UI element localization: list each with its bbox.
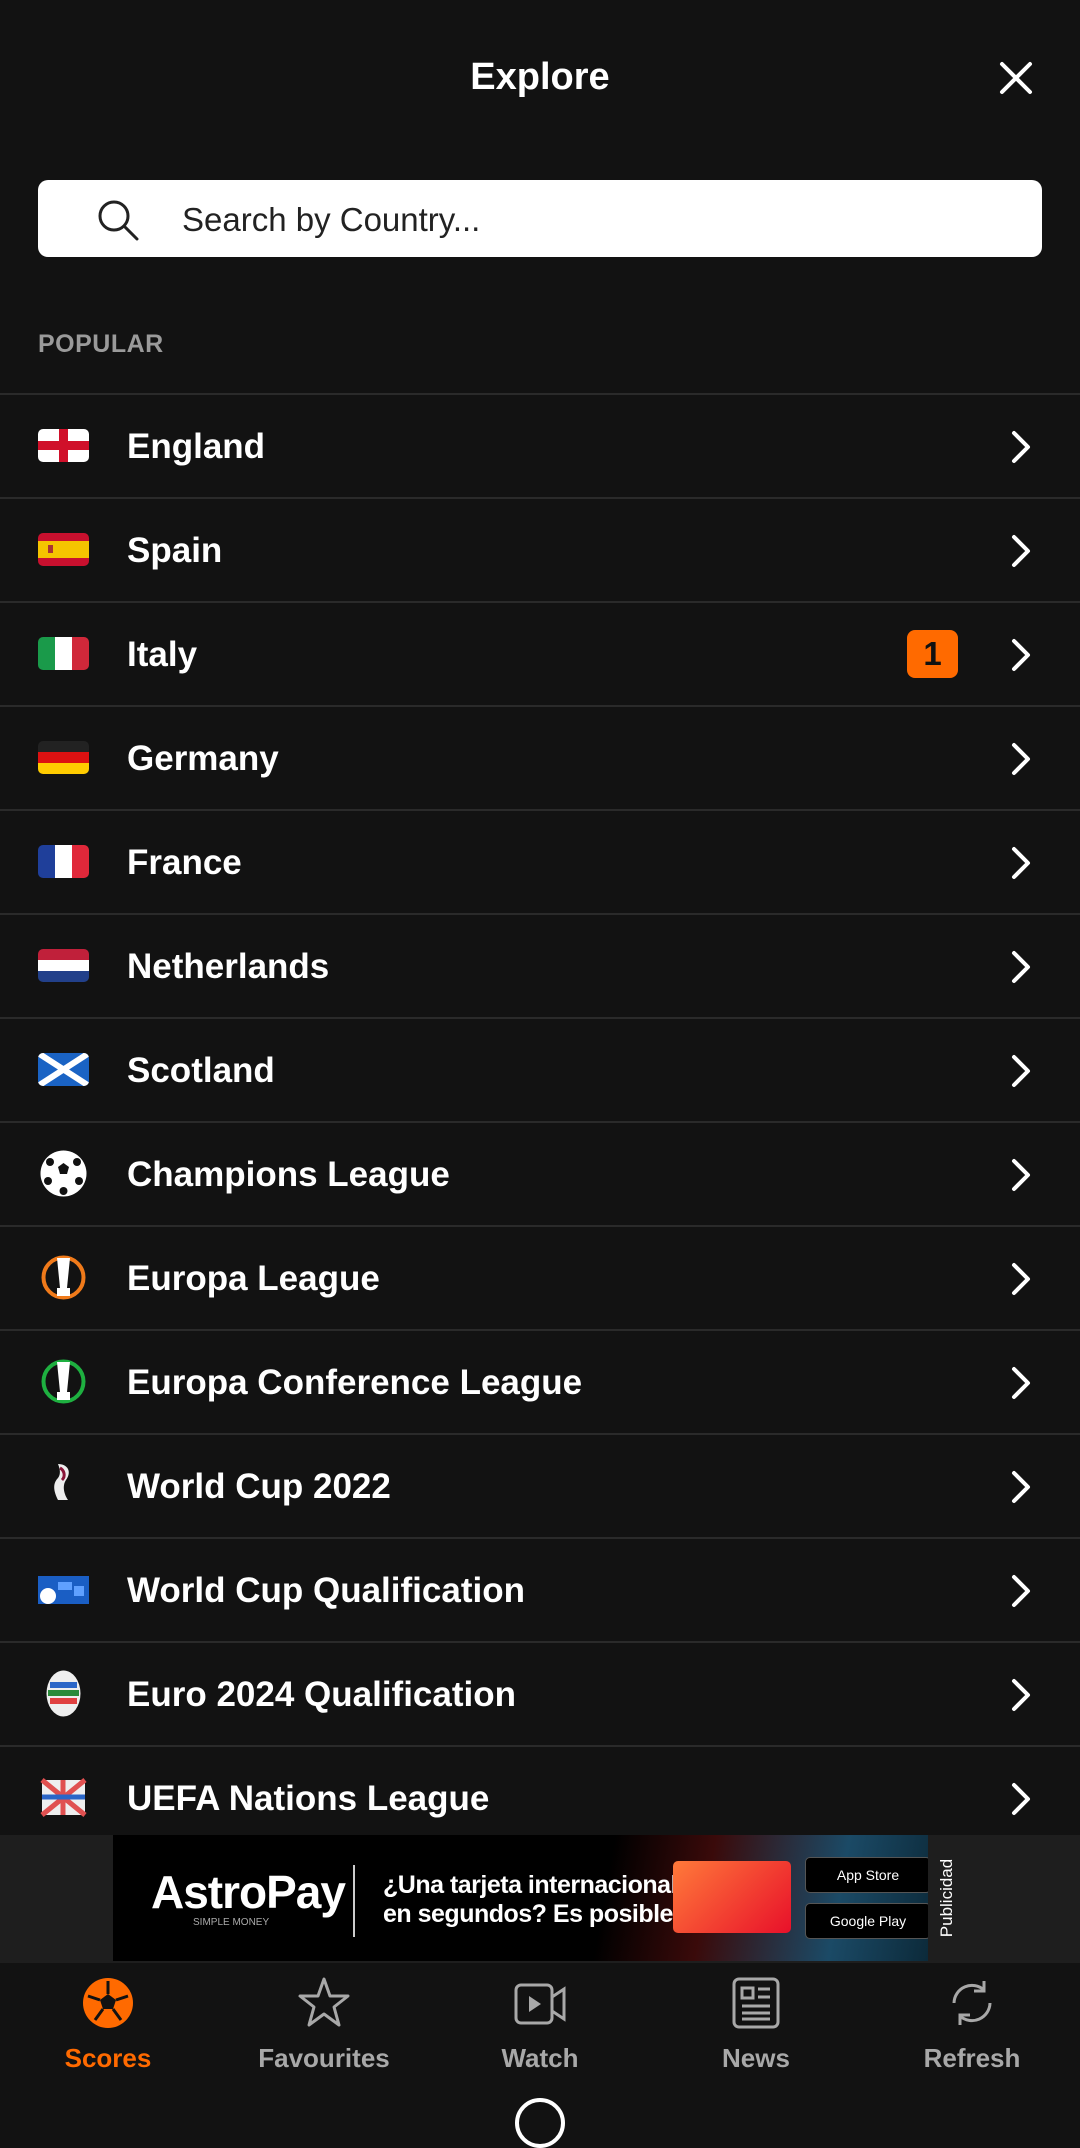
close-icon bbox=[1000, 62, 1032, 94]
chevron-right-icon bbox=[1012, 1575, 1030, 1607]
nav-label: News bbox=[722, 2043, 790, 2073]
search-input[interactable] bbox=[180, 180, 1014, 259]
flag-france-icon bbox=[38, 845, 89, 878]
list-item-italy[interactable]: Italy 1 bbox=[0, 601, 1080, 705]
nav-label: Watch bbox=[501, 2043, 579, 2073]
item-label: Euro 2024 Qualification bbox=[127, 1675, 516, 1714]
flag-england-icon bbox=[38, 429, 89, 462]
app-store-badge: App Store bbox=[805, 1857, 928, 1893]
nav-news[interactable]: News bbox=[648, 1963, 864, 2083]
ad-banner[interactable]: AstroPay SIMPLE MONEY ¿Una tarjeta inter… bbox=[113, 1835, 928, 1961]
flag-germany-icon bbox=[38, 741, 89, 774]
euro-2024-icon bbox=[38, 1668, 89, 1719]
champions-league-icon bbox=[38, 1148, 89, 1199]
bottom-nav: Scores Favourites Watch News Refresh bbox=[0, 1963, 1080, 2110]
world-cup-qualification-icon bbox=[38, 1564, 89, 1615]
nav-scores[interactable]: Scores bbox=[0, 1963, 216, 2083]
nav-favourites[interactable]: Favourites bbox=[216, 1963, 432, 2083]
item-label: Scotland bbox=[127, 1051, 275, 1090]
item-label: Europa League bbox=[127, 1259, 380, 1298]
item-label: England bbox=[127, 427, 266, 466]
item-label: Italy bbox=[127, 635, 198, 674]
ad-brand: AstroPay bbox=[151, 1866, 346, 1918]
europa-league-icon bbox=[38, 1252, 89, 1303]
nav-label: Scores bbox=[64, 2043, 152, 2073]
home-indicator bbox=[515, 2098, 565, 2148]
search-bar[interactable] bbox=[38, 180, 1042, 259]
item-label: Europa Conference League bbox=[127, 1363, 583, 1402]
item-label: Champions League bbox=[127, 1155, 450, 1194]
ad-text: ¿Una tarjeta internacional en segundos? … bbox=[383, 1871, 680, 1929]
ad-tagline: SIMPLE MONEY bbox=[193, 1917, 270, 1928]
list-item-europa-conference-league[interactable]: Europa Conference League bbox=[0, 1329, 1080, 1433]
list-item-france[interactable]: France bbox=[0, 809, 1080, 913]
chevron-right-icon bbox=[1012, 1367, 1030, 1399]
chevron-right-icon bbox=[1012, 1679, 1030, 1711]
list-item-netherlands[interactable]: Netherlands bbox=[0, 913, 1080, 1017]
list-item-germany[interactable]: Germany bbox=[0, 705, 1080, 809]
ad-text-line2: en segundos? Es posible. bbox=[383, 1900, 680, 1928]
chevron-right-icon bbox=[1012, 1159, 1030, 1191]
item-label: France bbox=[127, 843, 242, 882]
item-label: World Cup 2022 bbox=[127, 1467, 391, 1506]
ad-card-image bbox=[673, 1861, 791, 1933]
search-icon bbox=[98, 200, 139, 241]
chevron-right-icon bbox=[1012, 431, 1030, 463]
ad-text-line1: ¿Una tarjeta internacional bbox=[383, 1871, 678, 1899]
list-item-scotland[interactable]: Scotland bbox=[0, 1017, 1080, 1121]
list-item-world-cup-2022[interactable]: World Cup 2022 bbox=[0, 1433, 1080, 1537]
popular-list: England Spain Italy 1 Germany France Netherlan… bbox=[0, 393, 1080, 1835]
list-item-champions-league[interactable]: Champions League bbox=[0, 1121, 1080, 1225]
list-item-uefa-nations-league[interactable]: UEFA Nations League bbox=[0, 1745, 1080, 1835]
flag-italy-icon bbox=[38, 637, 89, 670]
nav-watch[interactable]: Watch bbox=[432, 1963, 648, 2083]
section-label-popular: POPULAR bbox=[38, 330, 164, 358]
item-label: Spain bbox=[127, 531, 223, 570]
ad-label-text: Publicidad bbox=[936, 1858, 956, 1938]
chevron-right-icon bbox=[1012, 951, 1030, 983]
ad-banner-container: AstroPay SIMPLE MONEY ¿Una tarjeta inter… bbox=[0, 1835, 1080, 1963]
item-label: Germany bbox=[127, 739, 279, 778]
chevron-right-icon bbox=[1012, 1783, 1030, 1815]
chevron-right-icon bbox=[1012, 1471, 1030, 1503]
conference-league-icon bbox=[38, 1356, 89, 1407]
chevron-right-icon bbox=[1012, 639, 1030, 671]
item-label: Netherlands bbox=[127, 947, 330, 986]
list-item-euro-2024-qualification[interactable]: Euro 2024 Qualification bbox=[0, 1641, 1080, 1745]
chevron-right-icon bbox=[1012, 535, 1030, 567]
chevron-right-icon bbox=[1012, 847, 1030, 879]
nations-league-icon bbox=[38, 1772, 89, 1823]
list-item-spain[interactable]: Spain bbox=[0, 497, 1080, 601]
list-item-europa-league[interactable]: Europa League bbox=[0, 1225, 1080, 1329]
item-label: World Cup Qualification bbox=[127, 1571, 525, 1610]
count-badge: 1 bbox=[907, 630, 958, 678]
flag-spain-icon bbox=[38, 533, 89, 566]
close-button[interactable] bbox=[996, 58, 1036, 98]
chevron-right-icon bbox=[1012, 743, 1030, 775]
google-play-badge: Google Play bbox=[805, 1903, 928, 1939]
nav-refresh[interactable]: Refresh bbox=[864, 1963, 1080, 2083]
list-item-england[interactable]: England bbox=[0, 393, 1080, 497]
flag-netherlands-icon bbox=[38, 949, 89, 982]
list-item-world-cup-qualification[interactable]: World Cup Qualification bbox=[0, 1537, 1080, 1641]
flag-scotland-icon bbox=[38, 1053, 89, 1086]
ad-label: Publicidad bbox=[928, 1835, 965, 1961]
chevron-right-icon bbox=[1012, 1055, 1030, 1087]
nav-label: Refresh bbox=[923, 2043, 1021, 2073]
chevron-right-icon bbox=[1012, 1263, 1030, 1295]
nav-label: Favourites bbox=[258, 2043, 390, 2073]
ad-divider bbox=[353, 1865, 355, 1937]
page-title: Explore bbox=[470, 56, 610, 98]
world-cup-icon bbox=[38, 1460, 89, 1511]
item-label: UEFA Nations League bbox=[127, 1779, 490, 1818]
header: Explore bbox=[0, 0, 1080, 160]
